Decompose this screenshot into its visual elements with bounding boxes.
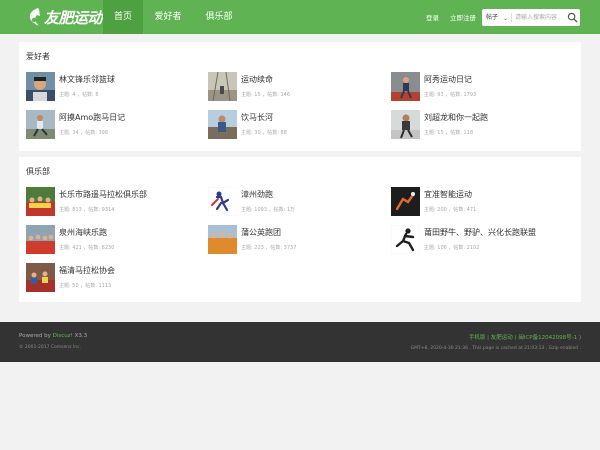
avatar (26, 263, 55, 292)
clubs-panel: 俱乐部 长乐市路遥马拉松俱乐部 主题: 813 ，帖数: 9314 漳州劲跑 主… (19, 157, 581, 302)
avatar (208, 110, 237, 139)
avatar (26, 225, 55, 254)
avatar (26, 110, 55, 139)
item-meta: 主题: 1093 ，帖数: 1万 (241, 207, 296, 213)
item-name: 饮马长河 (241, 113, 273, 122)
logo-text: 友肥运动 (44, 8, 103, 27)
club-item[interactable]: 宜准智能运动 主题: 200 ，帖数: 471 (391, 187, 561, 217)
nav-home[interactable]: 首页 (103, 0, 143, 34)
logo-icon (29, 8, 40, 26)
avatar (26, 187, 55, 216)
avatar (391, 225, 420, 254)
enthusiast-item[interactable]: 刘超龙和你一起跑 主题: 15 ，帖数: 118 (391, 110, 561, 140)
powered-prefix: Powered by (19, 333, 53, 339)
search-type-select[interactable]: 帖子 (486, 9, 498, 26)
main-nav: 首页 爱好者 俱乐部 (103, 0, 245, 34)
club-item[interactable]: 长乐市路遥马拉松俱乐部 主题: 813 ，帖数: 9314 (26, 187, 196, 217)
item-meta: 主题: 200 ，帖数: 471 (424, 207, 477, 213)
avatar (208, 72, 237, 101)
search-divider (511, 13, 512, 22)
enthusiast-item[interactable]: 运动续命 主题: 15 ，帖数: 146 (208, 72, 378, 102)
avatar (391, 72, 420, 101)
search-icon[interactable] (567, 12, 578, 23)
item-name: 阿秀运动日记 (424, 75, 472, 84)
item-name: 林文锋乐邻篮球 (59, 75, 115, 84)
item-meta: 主题: 93 ，帖数: 1793 (424, 92, 477, 98)
item-name: 莆田野牛、野驴、兴化长跑联盟 (424, 228, 536, 237)
footer-info: GMT+8, 2020-4-30 21:36 , This page is ca… (410, 346, 581, 351)
enthusiast-item[interactable]: 阿秀运动日记 主题: 93 ，帖数: 1793 (391, 72, 561, 102)
item-name: 长乐市路遥马拉松俱乐部 (59, 190, 147, 199)
item-meta: 主题: 223 ，帖数: 3737 (241, 245, 297, 251)
item-name: 福清马拉松协会 (59, 266, 115, 275)
item-name: 漳州劲跑 (241, 190, 273, 199)
item-name: 阿摸Amo跑马日记 (59, 113, 126, 122)
avatar (391, 187, 420, 216)
club-item[interactable]: 蒲公英跑团 主题: 223 ，帖数: 3737 (208, 225, 378, 255)
powered-version: X3.3 (72, 333, 88, 339)
item-name: 运动续命 (241, 75, 273, 84)
enthusiast-item[interactable]: 阿摸Amo跑马日记 主题: 34 ，帖数: 398 (26, 110, 196, 140)
top-bar: 友肥运动 首页 爱好者 俱乐部 登录 立即注册 帖子 ⌄ (0, 0, 600, 34)
club-item[interactable]: 泉州海峡乐跑 主题: 421 ，帖数: 8230 (26, 225, 196, 255)
login-link[interactable]: 登录 (426, 0, 439, 34)
club-item[interactable]: 莆田野牛、野驴、兴化长跑联盟 主题: 106 ，帖数: 2102 (391, 225, 561, 255)
item-meta: 主题: 813 ，帖数: 9314 (59, 207, 115, 213)
copyright: © 2001-2017 Comsenz Inc. (19, 345, 82, 350)
discuz-link[interactable]: Discuz! (53, 333, 73, 339)
avatar (391, 110, 420, 139)
item-name: 宜准智能运动 (424, 190, 472, 199)
item-meta: 主题: 421 ，帖数: 8230 (59, 245, 115, 251)
nav-enthusiasts[interactable]: 爱好者 (143, 0, 193, 34)
chevron-down-icon[interactable]: ⌄ (503, 10, 508, 27)
item-meta: 主题: 4 ，帖数: 8 (59, 92, 99, 98)
site-logo[interactable]: 友肥运动 (26, 5, 103, 29)
club-item[interactable]: 福清马拉松协会 主题: 50 ，帖数: 1113 (26, 263, 196, 293)
item-name: 泉州海峡乐跑 (59, 228, 107, 237)
avatar (208, 225, 237, 254)
avatar (26, 72, 55, 101)
panel-title: 爱好者 (26, 52, 50, 61)
enthusiast-item[interactable]: 饮马长河 主题: 30 ，帖数: 88 (208, 110, 378, 140)
item-meta: 主题: 50 ，帖数: 1113 (59, 283, 112, 289)
footer: Powered by Discuz! X3.3 © 2001-2017 Coms… (0, 322, 600, 362)
enthusiasts-panel: 爱好者 林文锋乐邻篮球 主题: 4 ，帖数: 8 运动续命 主题: 15 ，帖数… (19, 42, 581, 151)
search-input[interactable] (515, 11, 565, 24)
item-name: 蒲公英跑团 (241, 228, 281, 237)
item-meta: 主题: 30 ，帖数: 88 (241, 130, 287, 136)
nav-clubs[interactable]: 俱乐部 (193, 0, 245, 34)
panel-title: 俱乐部 (26, 167, 50, 176)
item-meta: 主题: 34 ，帖数: 398 (59, 130, 109, 136)
avatar (208, 187, 237, 216)
item-name: 刘超龙和你一起跑 (424, 113, 488, 122)
footer-links[interactable]: 手机版 | 友肥运动 ( 闽ICP备12042098号-1 ) (469, 333, 581, 341)
item-meta: 主题: 15 ，帖数: 118 (424, 130, 474, 136)
register-link[interactable]: 立即注册 (450, 0, 476, 34)
powered-by: Powered by Discuz! X3.3 (19, 333, 87, 339)
enthusiast-item[interactable]: 林文锋乐邻篮球 主题: 4 ，帖数: 8 (26, 72, 196, 102)
item-meta: 主题: 15 ，帖数: 146 (241, 92, 291, 98)
search-box: 帖子 ⌄ (482, 9, 580, 26)
club-item[interactable]: 漳州劲跑 主题: 1093 ，帖数: 1万 (208, 187, 378, 217)
item-meta: 主题: 106 ，帖数: 2102 (424, 245, 480, 251)
